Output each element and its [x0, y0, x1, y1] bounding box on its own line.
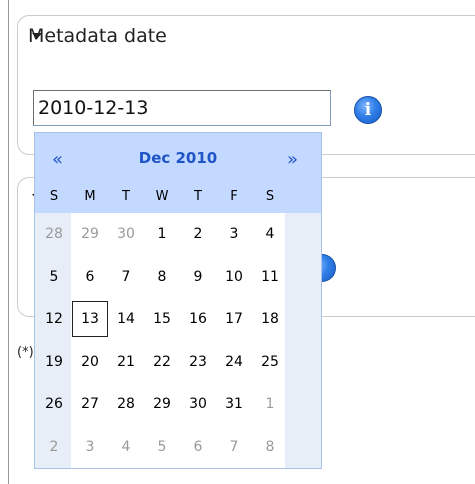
calendar-day[interactable]: 17: [216, 301, 252, 337]
calendar-day[interactable]: 2: [180, 216, 216, 252]
calendar-day[interactable]: 26: [36, 386, 72, 422]
calendar-day[interactable]: 15: [144, 301, 180, 337]
metadata-date-input[interactable]: [33, 90, 331, 126]
section-title: Metadata date: [28, 25, 167, 47]
calendar-day[interactable]: 31: [216, 386, 252, 422]
calendar-day[interactable]: 23: [180, 344, 216, 380]
calendar-day[interactable]: 2: [36, 429, 72, 465]
calendar-day[interactable]: 9: [180, 259, 216, 295]
weekday-label: T: [194, 189, 202, 204]
calendar-day[interactable]: 30: [180, 386, 216, 422]
info-icon[interactable]: i: [354, 96, 382, 124]
calendar-day[interactable]: 18: [252, 301, 288, 337]
calendar-day[interactable]: 7: [108, 259, 144, 295]
calendar-day[interactable]: 19: [36, 344, 72, 380]
weekday-label: T: [122, 189, 130, 204]
calendar-day[interactable]: 25: [252, 344, 288, 380]
left-divider: [8, 0, 9, 484]
calendar-day[interactable]: 24: [216, 344, 252, 380]
date-picker-popup: « Dec 2010 » SMTWTFS 28 29 30 1 2 3 4 5 6 7 8 9 10 11…: [34, 132, 322, 469]
metadata-form: Metadata date i (*) « Dec 2010 » SMTWTFS…: [0, 0, 475, 484]
calendar-month-label: Dec 2010: [138, 149, 218, 167]
calendar-day[interactable]: 8: [252, 429, 288, 465]
calendar-day[interactable]: 1: [144, 216, 180, 252]
calendar-day[interactable]: 30: [108, 216, 144, 252]
calendar-day[interactable]: 3: [216, 216, 252, 252]
calendar-day-selected[interactable]: 13: [72, 301, 108, 338]
calendar-header: « Dec 2010 » SMTWTFS: [35, 133, 321, 213]
weekday-header-row: SMTWTFS: [35, 183, 321, 211]
calendar-day[interactable]: 20: [72, 344, 108, 380]
weekday-label: M: [84, 189, 96, 204]
calendar-day[interactable]: 5: [144, 429, 180, 465]
calendar-day-grid: 28 29 30 1 2 3 4 5 6 7 8 9 10 11 12 13 14 15 16 17 18 19 20 21 2…: [35, 213, 321, 468]
calendar-day[interactable]: 11: [252, 259, 288, 295]
weekday-label: S: [265, 189, 275, 204]
weekday-label: W: [155, 189, 169, 204]
calendar-day[interactable]: 14: [108, 301, 144, 337]
calendar-day[interactable]: 1: [252, 386, 288, 422]
calendar-day[interactable]: 21: [108, 344, 144, 380]
calendar-day[interactable]: 6: [180, 429, 216, 465]
calendar-day[interactable]: 7: [216, 429, 252, 465]
calendar-day[interactable]: 4: [108, 429, 144, 465]
calendar-day[interactable]: 16: [180, 301, 216, 337]
weekday-label: S: [49, 189, 59, 204]
calendar-day[interactable]: 29: [144, 386, 180, 422]
calendar-day[interactable]: 28: [108, 386, 144, 422]
calendar-day[interactable]: 22: [144, 344, 180, 380]
next-month-button[interactable]: »: [287, 151, 298, 169]
calendar-day[interactable]: 8: [144, 259, 180, 295]
calendar-day[interactable]: 29: [72, 216, 108, 252]
calendar-day[interactable]: 28: [36, 216, 72, 252]
calendar-day[interactable]: 4: [252, 216, 288, 252]
calendar-day[interactable]: 3: [72, 429, 108, 465]
calendar-day[interactable]: 10: [216, 259, 252, 295]
weekday-label: F: [230, 189, 238, 204]
required-note: (*): [17, 345, 34, 360]
calendar-day[interactable]: 5: [36, 259, 72, 295]
calendar-day[interactable]: 27: [72, 386, 108, 422]
calendar-day[interactable]: 12: [36, 301, 72, 337]
calendar-day[interactable]: 6: [72, 259, 108, 295]
